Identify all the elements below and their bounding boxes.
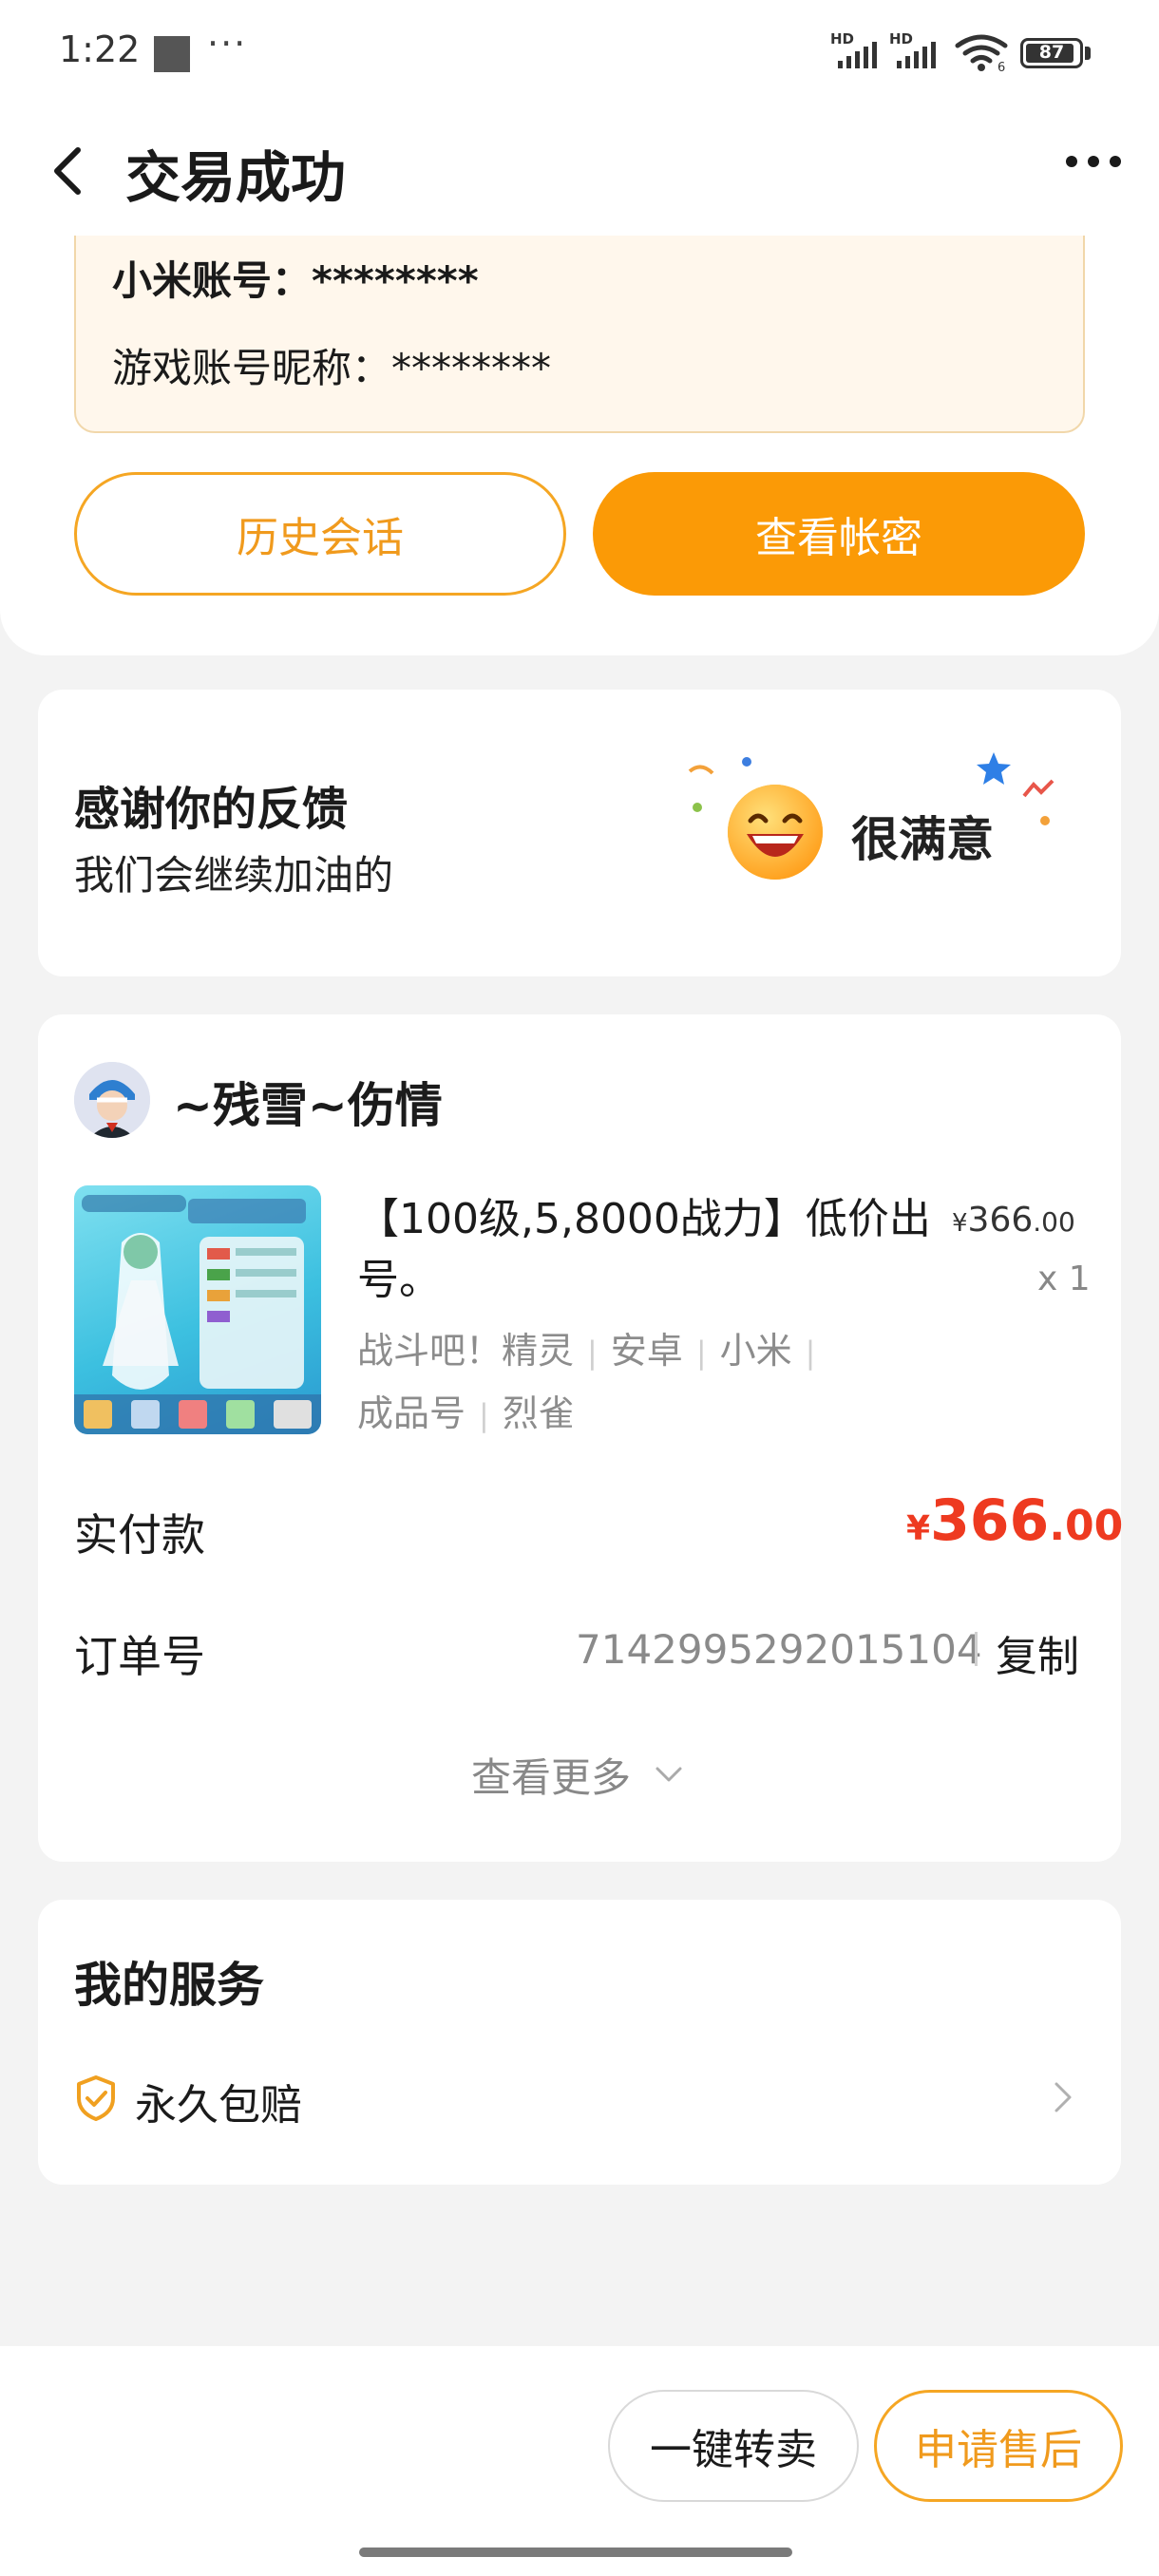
battery-tip — [1085, 47, 1091, 60]
shield-check-icon — [77, 2075, 115, 2121]
chevron-left-icon — [54, 147, 81, 195]
happy-face-icon — [728, 785, 823, 880]
seller-avatar[interactable] — [74, 1062, 150, 1138]
mi-account-text: 小米账号：******** — [112, 257, 479, 304]
service-permanent-guarantee[interactable]: 永久包赔 — [135, 2071, 302, 2131]
paid-amount: ¥366.00 — [906, 1487, 1124, 1554]
feedback-subtitle: 我们会继续加油的 — [74, 852, 394, 899]
paid-label: 实付款 — [74, 1509, 205, 1561]
signal-icon: HD — [830, 30, 884, 68]
quantity: x 1 — [1037, 1260, 1091, 1298]
unit-price: ¥366.00 — [952, 1201, 1075, 1240]
chevron-right-icon[interactable] — [1051, 2078, 1075, 2116]
tag: 小米 — [719, 1330, 792, 1372]
see-more-button[interactable]: 查看更多 — [471, 1746, 631, 1804]
more-button[interactable] — [1062, 142, 1125, 180]
status-time: 1:22 — [59, 28, 141, 70]
tag: 安卓 — [610, 1330, 683, 1372]
notification-icon — [154, 36, 190, 72]
divider — [975, 1632, 978, 1666]
view-credentials-button[interactable]: 查看帐密 — [593, 472, 1085, 596]
history-chat-button[interactable]: 历史会话 — [74, 472, 566, 596]
battery-level: 87 — [1038, 42, 1065, 63]
tag: 战斗吧！精灵 — [357, 1330, 575, 1372]
seller-name: ~残雪~伤情 — [173, 1078, 443, 1133]
back-button[interactable] — [38, 133, 95, 209]
signal-icon-2: HD — [889, 30, 942, 68]
tag: 烈雀 — [502, 1392, 575, 1434]
order-number-label: 订单号 — [74, 1631, 205, 1682]
home-indicator[interactable] — [359, 2548, 792, 2557]
chevron-down-icon[interactable] — [654, 1763, 684, 1786]
wifi-sub: 6 — [998, 61, 1005, 72]
services-title: 我的服务 — [74, 1958, 264, 2013]
services-card — [38, 1900, 1121, 2185]
battery-icon: 87 — [1020, 38, 1083, 68]
page-title: 交易成功 — [125, 145, 347, 210]
feedback-title: 感谢你的反馈 — [74, 783, 349, 836]
more-dots-icon — [1066, 156, 1077, 167]
copy-button[interactable]: 复制 — [996, 1622, 1079, 1683]
order-number: 7142995292015104 — [576, 1626, 982, 1673]
product-tags: 战斗吧！精灵 | 安卓 | 小米 | 成品号 | 烈雀 — [357, 1330, 816, 1434]
game-nickname-text: 游戏账号昵称：******** — [112, 345, 552, 391]
one-click-resell-button[interactable]: 一键转卖 — [608, 2390, 859, 2502]
tag: 成品号 — [357, 1392, 466, 1434]
product-title[interactable]: 【100级,5,8000战力】低价出号。 — [357, 1189, 946, 1311]
after-sale-button[interactable]: 申请售后 — [874, 2390, 1123, 2502]
wifi-icon: 6 — [955, 34, 1008, 72]
rating-label[interactable]: 很满意 — [851, 802, 994, 870]
status-more-dots: ··· — [207, 23, 248, 65]
product-thumbnail[interactable] — [74, 1185, 321, 1434]
